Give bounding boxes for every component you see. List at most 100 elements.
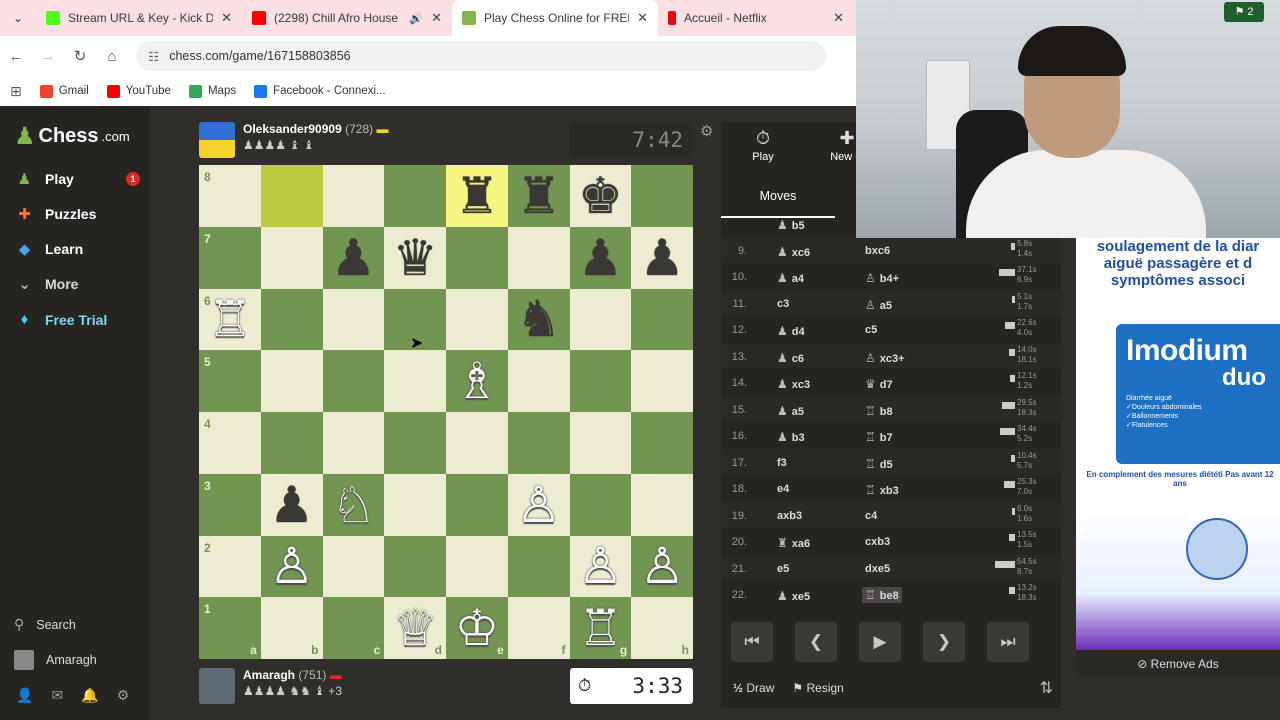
square-c7[interactable]: ♟	[322, 226, 385, 289]
forward-icon[interactable]: →	[32, 48, 64, 65]
square-c3[interactable]: ♘	[322, 473, 385, 536]
chess-piece[interactable]: ♟	[331, 233, 376, 283]
remove-ads-button[interactable]: ⊘ Remove Ads	[1076, 650, 1280, 678]
square-g8[interactable]: ♚	[569, 165, 632, 227]
square-d2[interactable]	[384, 535, 446, 598]
white-move[interactable]: f3	[777, 457, 787, 469]
square-h6[interactable]	[631, 288, 693, 351]
black-move[interactable]: ♛ d7	[865, 377, 893, 391]
chess-piece[interactable]: ♖	[207, 294, 252, 344]
square-f4[interactable]	[507, 412, 570, 474]
flip-board-icon[interactable]: ⇅	[1040, 678, 1053, 698]
square-e1[interactable]: e ♔	[446, 597, 508, 659]
white-move[interactable]: ♟ d4	[777, 324, 805, 338]
browser-tab[interactable]: (2298) Chill Afro House Sun 🔊 ✕	[242, 0, 452, 36]
bookmark-youtube[interactable]: YouTube	[106, 84, 171, 98]
square-g1[interactable]: g ♖	[569, 597, 632, 659]
square-h2[interactable]: ♙	[631, 535, 693, 598]
black-move[interactable]: ♙ b4+	[865, 271, 899, 285]
bookmark-facebook[interactable]: Facebook - Connexi...	[254, 84, 386, 98]
square-g7[interactable]: ♟	[569, 226, 632, 289]
sidebar-item-learn[interactable]: ◆ Learn	[16, 240, 140, 258]
black-move[interactable]: c4	[865, 510, 877, 522]
white-move[interactable]: c3	[777, 298, 789, 310]
black-move[interactable]: c5	[865, 324, 877, 336]
black-move[interactable]: ♖ b7	[865, 430, 893, 444]
opponent-avatar[interactable]	[199, 122, 235, 158]
bookmark-gmail[interactable]: Gmail	[39, 84, 89, 98]
chess-piece[interactable]: ♖	[578, 603, 623, 653]
sidebar-item-puzzles[interactable]: ✚ Puzzles	[16, 205, 140, 223]
square-e3[interactable]	[446, 473, 508, 536]
black-move[interactable]: ♖ xb3	[865, 483, 899, 497]
square-c2[interactable]	[322, 535, 385, 598]
square-c4[interactable]	[322, 412, 385, 474]
first-move-button[interactable]: ⏮	[731, 622, 773, 662]
board-settings-icon[interactable]: ⚙	[700, 122, 713, 140]
notifications-icon[interactable]: 🔔	[81, 687, 98, 704]
sidebar-user[interactable]: Amaragh	[14, 650, 97, 670]
chess-piece[interactable]: ♙	[269, 541, 314, 591]
square-a7[interactable]: 7	[199, 226, 261, 289]
square-b2[interactable]: ♙	[260, 535, 323, 598]
square-f8[interactable]: ♜	[507, 165, 570, 227]
chess-piece[interactable]: ♙	[640, 541, 685, 591]
home-icon[interactable]: ⌂	[96, 48, 128, 65]
chess-piece[interactable]: ♗	[454, 356, 499, 406]
apps-grid-icon[interactable]: ⊞	[10, 83, 22, 100]
square-d7[interactable]: ♛	[384, 226, 446, 289]
square-h1[interactable]: h	[631, 597, 693, 659]
white-move[interactable]: ♟ xc6	[777, 245, 810, 259]
resign-button[interactable]: ⚑ Resign	[792, 681, 843, 695]
sidebar-item-play[interactable]: ♟ Play 1	[16, 170, 140, 188]
chess-piece[interactable]: ♛	[393, 233, 438, 283]
draw-button[interactable]: ½ Draw	[733, 681, 774, 695]
black-move[interactable]: ♖ d5	[865, 457, 893, 471]
black-move[interactable]: bxc6	[865, 245, 890, 257]
square-a5[interactable]: 5	[199, 350, 261, 412]
chess-piece[interactable]: ♕	[393, 603, 438, 653]
tab-moves[interactable]: Moves	[721, 184, 835, 218]
advertisement[interactable]: soulagement de la diar aiguë passagère e…	[1076, 238, 1280, 650]
settings-icon[interactable]: ⚙	[117, 687, 130, 704]
chess-piece[interactable]: ♙	[578, 541, 623, 591]
square-b5[interactable]	[260, 350, 323, 412]
square-b3[interactable]: ♟	[260, 473, 323, 536]
black-move[interactable]: cxb3	[865, 536, 890, 548]
chess-piece[interactable]: ♟	[578, 233, 623, 283]
square-b6[interactable]	[260, 288, 323, 351]
square-a6[interactable]: 6 ♖	[199, 288, 261, 351]
square-g2[interactable]: ♙	[569, 535, 632, 598]
square-c1[interactable]: c	[322, 597, 385, 659]
site-info-icon[interactable]: ☷	[148, 49, 159, 64]
audio-playing-icon[interactable]: 🔊	[409, 12, 423, 25]
square-e8[interactable]: ♜	[446, 165, 508, 227]
last-move-button[interactable]: ⏭	[987, 622, 1029, 662]
player-avatar[interactable]	[199, 668, 235, 704]
black-move[interactable]: dxe5	[865, 563, 890, 575]
chess-piece[interactable]: ♘	[331, 480, 376, 530]
close-tab-icon[interactable]: ✕	[431, 10, 442, 26]
square-d8[interactable]	[384, 165, 446, 227]
black-move[interactable]: ♙ a5	[865, 298, 892, 312]
square-h3[interactable]	[631, 473, 693, 536]
square-h7[interactable]: ♟	[631, 226, 693, 289]
square-g4[interactable]	[569, 412, 632, 474]
chess-piece[interactable]: ♔	[454, 603, 499, 653]
white-move[interactable]: e4	[777, 483, 789, 495]
square-h4[interactable]	[631, 412, 693, 474]
square-f3[interactable]: ♙	[507, 473, 570, 536]
address-field[interactable]: ☷ chess.com/game/167158803856	[136, 41, 826, 71]
opponent-name[interactable]: Oleksander90909	[243, 122, 342, 136]
square-c6[interactable]	[322, 288, 385, 351]
square-d4[interactable]	[384, 412, 446, 474]
tab-search-button[interactable]: ⌄	[0, 0, 36, 36]
tab-play[interactable]: ⏱ Play	[721, 122, 805, 178]
square-a8[interactable]: 8	[199, 165, 261, 227]
square-f6[interactable]: ♞	[507, 288, 570, 351]
browser-tab[interactable]: Accueil - Netflix ✕	[658, 0, 854, 36]
sidebar-item-more[interactable]: ⌄ More	[16, 275, 140, 293]
chess-piece[interactable]: ♞	[516, 294, 561, 344]
player-name[interactable]: Amaragh	[243, 668, 295, 682]
black-move[interactable]: ♖ be8	[862, 587, 902, 603]
